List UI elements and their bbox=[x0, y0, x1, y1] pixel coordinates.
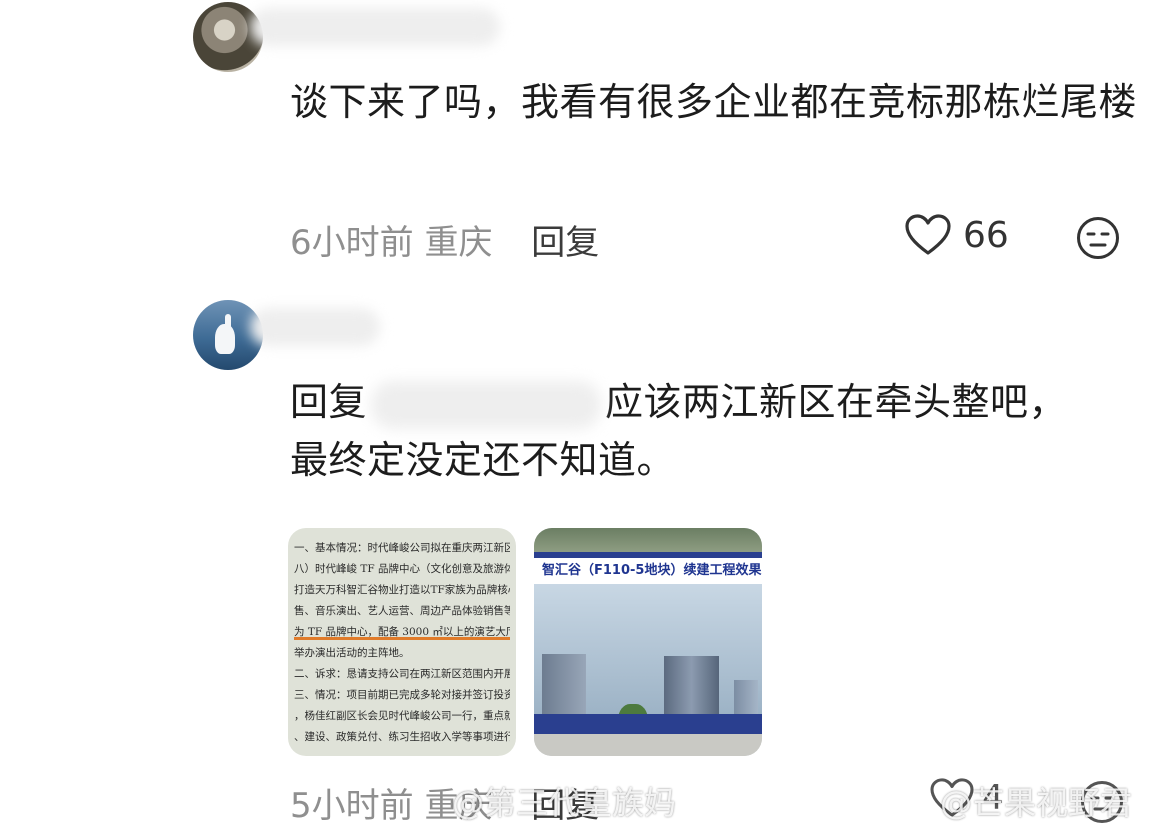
doc-line: 二、诉求：恳请支持公司在两江新区范围内开展选址 bbox=[294, 668, 510, 680]
doc-line: 八）时代峰峻 TF 品牌中心（文化创意及旅游体育 bbox=[294, 563, 510, 575]
watermark: @第三代皇族妈 bbox=[452, 784, 677, 822]
comment-location: 重庆 bbox=[424, 223, 493, 263]
mentioned-user-blurred[interactable] bbox=[371, 380, 602, 429]
doc-line: 打造天万科智汇谷物业打造以TF家族为品牌核心、集 bbox=[294, 584, 510, 596]
comment-time: 6小时前 bbox=[290, 223, 414, 263]
username-blurred[interactable] bbox=[250, 308, 380, 346]
attached-image-construction-board[interactable]: 智汇谷（F110-5地块）续建工程效果 bbox=[534, 528, 762, 756]
reply-button[interactable]: 回复 bbox=[531, 223, 599, 263]
watermark: @芒果视野君 bbox=[940, 784, 1133, 822]
comment-time: 5小时前 bbox=[290, 786, 414, 826]
like-button[interactable]: 66 bbox=[905, 214, 1009, 256]
document-text: 一、基本情况：时代峰峻公司拟在重庆两江新区 八）时代峰峻 TF 品牌中心（文化创… bbox=[294, 538, 510, 748]
building bbox=[542, 654, 586, 714]
rendering-sky bbox=[534, 584, 762, 748]
doc-line: 、建设、政策兑付、练习生招收入学等事项进行沟通 bbox=[294, 731, 510, 743]
comment-text: 回复 应该两江新区在牵头整吧， 最终定没定还不知道。 bbox=[290, 373, 1150, 489]
ground bbox=[534, 734, 762, 756]
trees-background bbox=[534, 528, 762, 552]
comment-text: 谈下来了吗，我看有很多企业都在竞标那栋烂尾楼 bbox=[290, 80, 1138, 124]
reply-prefix: 回复 bbox=[290, 380, 368, 424]
doc-line: 举办演出活动的主阵地。 bbox=[294, 647, 410, 659]
doc-line: 三、情况：项目前期已完成多轮对接并签订投资协议 bbox=[294, 689, 510, 701]
doc-line: ，杨佳红副区长会见时代峰峻公司一行，重点就 bbox=[294, 710, 510, 722]
comment-meta: 6小时前 重庆 回复 bbox=[290, 215, 599, 264]
comment-line-1: 回复 应该两江新区在牵头整吧， bbox=[290, 373, 1150, 431]
heart-icon bbox=[905, 214, 951, 255]
username-blurred[interactable] bbox=[250, 8, 500, 46]
attached-image-document[interactable]: 一、基本情况：时代峰峻公司拟在重庆两江新区 八）时代峰峻 TF 品牌中心（文化创… bbox=[288, 528, 516, 756]
board-title: 智汇谷（F110-5地块）续建工程效果 bbox=[534, 558, 762, 584]
doc-line-highlighted: 为 TF 品牌中心，配备 3000 ㎡以上的演艺大厅，作为 bbox=[294, 626, 510, 638]
comment-line-2: 最终定没定还不知道。 bbox=[290, 438, 676, 482]
doc-line: 一、基本情况：时代峰峻公司拟在重庆两江新区 bbox=[294, 542, 510, 554]
neutral-face-icon[interactable] bbox=[1076, 216, 1120, 260]
board-frame-bottom bbox=[534, 714, 762, 734]
comment-body: 应该两江新区在牵头整吧， bbox=[605, 380, 1068, 424]
doc-line: 售、音乐演出、艺人运营、周边产品体验销售等功能 bbox=[294, 605, 510, 617]
like-count: 66 bbox=[963, 214, 1009, 256]
